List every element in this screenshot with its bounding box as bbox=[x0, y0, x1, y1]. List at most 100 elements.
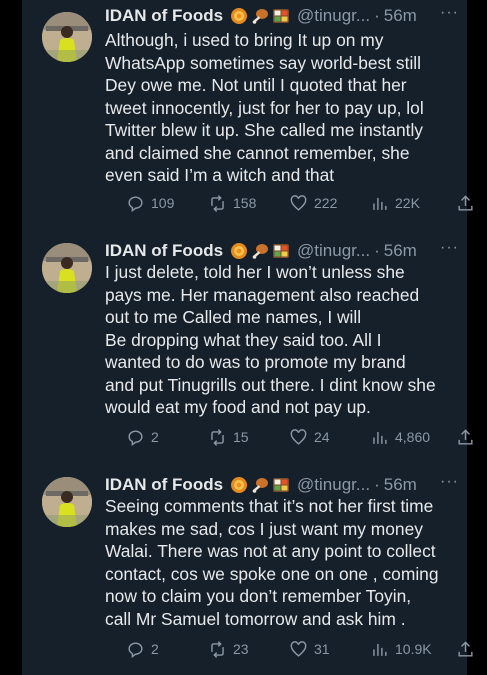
view-count: 22K bbox=[395, 195, 420, 211]
text-line: Although, i used to bring It up on my bbox=[105, 30, 384, 50]
display-name[interactable]: IDAN of Foods bbox=[105, 475, 223, 495]
analytics-icon bbox=[373, 197, 387, 210]
text-line: and put Tinugrills out there. I dint kno… bbox=[105, 374, 436, 395]
text-line: would eat my food and not pay up. bbox=[105, 397, 371, 417]
text-line: makes me sad, cos I just want my money bbox=[105, 518, 423, 539]
timestamp[interactable]: 56m bbox=[384, 475, 417, 495]
reply-icon bbox=[128, 429, 143, 446]
views-button[interactable]: 4,860 bbox=[370, 425, 430, 449]
timestamp[interactable]: 56m bbox=[384, 241, 417, 261]
like-button[interactable]: 31 bbox=[289, 637, 330, 661]
avatar[interactable] bbox=[42, 243, 92, 293]
like-button[interactable]: 222 bbox=[289, 191, 337, 215]
more-options-icon[interactable]: ··· bbox=[440, 239, 459, 257]
text-line: Seeing comments that it’s not her first … bbox=[105, 496, 434, 516]
text-line: out to me Called me names, I will bbox=[105, 307, 362, 327]
repost-count: 23 bbox=[233, 641, 249, 657]
tweet[interactable]: IDAN of Foods @tinugr... · 56m ··· I jus… bbox=[22, 239, 473, 459]
text-line: Walai. There was not at any point to col… bbox=[105, 541, 436, 561]
tweet-actions: 2 23 31 10.9K bbox=[104, 637, 473, 661]
tweet-header: IDAN of Foods @tinugr... · 56m ··· bbox=[105, 239, 459, 263]
text-line: and claimed she cannot remember, she bbox=[105, 142, 410, 163]
reply-count: 109 bbox=[151, 195, 175, 211]
avatar-image bbox=[42, 243, 92, 293]
view-count: 10.9K bbox=[395, 641, 432, 657]
repost-icon bbox=[211, 194, 224, 212]
handle[interactable]: @tinugr... bbox=[297, 241, 370, 261]
tweet-text: I just delete, told her I won’t unless s… bbox=[105, 261, 457, 419]
text-line: Be dropping what they said too. All I bbox=[105, 329, 382, 350]
repost-button[interactable]: 158 bbox=[208, 191, 256, 215]
bento-emoji bbox=[272, 476, 290, 494]
display-name[interactable]: IDAN of Foods bbox=[105, 241, 223, 261]
text-line: WhatsApp sometimes say world-best still bbox=[105, 52, 422, 73]
text-line: tweet innocently, just for her to pay up… bbox=[105, 97, 424, 118]
poultry-leg-emoji bbox=[251, 242, 269, 260]
like-button[interactable]: 24 bbox=[289, 425, 330, 449]
repost-icon bbox=[211, 640, 224, 658]
text-line: I just delete, told her I won’t unless s… bbox=[105, 262, 405, 282]
repost-button[interactable]: 15 bbox=[208, 425, 249, 449]
cooking-emoji bbox=[230, 7, 248, 25]
tweet-text: Although, i used to bring It up on my Wh… bbox=[105, 29, 457, 187]
reply-count: 2 bbox=[151, 429, 159, 445]
more-options-icon[interactable]: ··· bbox=[440, 4, 459, 22]
share-icon bbox=[458, 640, 473, 657]
poultry-leg-emoji bbox=[251, 476, 269, 494]
share-icon bbox=[458, 428, 473, 445]
text-line: Twitter blew it up. She called me instan… bbox=[105, 120, 424, 140]
reply-button[interactable]: 2 bbox=[126, 425, 159, 449]
cooking-emoji bbox=[230, 242, 248, 260]
tweet[interactable]: IDAN of Foods @tinugr... · 56m ··· Altho… bbox=[22, 4, 473, 228]
like-count: 24 bbox=[314, 429, 330, 445]
text-line: Dey owe me. Not until I quoted that her bbox=[105, 75, 407, 95]
text-line: pays me. Her management also reached bbox=[105, 284, 420, 305]
view-count: 4,860 bbox=[395, 429, 431, 445]
text-line: call Mr Samuel tomorrow and ask him . bbox=[105, 608, 406, 629]
text-line: even said I’m a witch and that bbox=[105, 165, 335, 185]
avatar[interactable] bbox=[42, 12, 92, 62]
bento-emoji bbox=[272, 242, 290, 260]
avatar-image bbox=[42, 12, 92, 62]
tweet-actions: 2 15 24 4,860 bbox=[104, 425, 473, 449]
tweet-text: Seeing comments that it’s not her first … bbox=[105, 495, 457, 630]
reply-count: 2 bbox=[151, 641, 159, 657]
handle[interactable]: @tinugr... bbox=[297, 6, 370, 26]
avatar[interactable] bbox=[42, 477, 92, 527]
heart-icon bbox=[290, 428, 307, 445]
views-button[interactable]: 22K bbox=[370, 191, 420, 215]
repost-icon bbox=[211, 428, 224, 446]
repost-button[interactable]: 23 bbox=[208, 637, 249, 661]
like-count: 31 bbox=[314, 641, 330, 657]
views-button[interactable]: 10.9K bbox=[370, 637, 432, 661]
handle[interactable]: @tinugr... bbox=[297, 475, 370, 495]
bento-emoji bbox=[272, 7, 290, 25]
reply-button[interactable]: 109 bbox=[126, 191, 174, 215]
text-line: now to claim you don’t remember Toyin, bbox=[105, 586, 412, 606]
separator: · bbox=[374, 475, 380, 494]
share-button[interactable] bbox=[456, 191, 475, 215]
reply-icon bbox=[128, 641, 143, 658]
repost-count: 158 bbox=[233, 195, 257, 211]
tweet-header: IDAN of Foods @tinugr... · 56m ··· bbox=[105, 4, 459, 28]
timestamp[interactable]: 56m bbox=[384, 6, 417, 26]
heart-icon bbox=[290, 640, 307, 657]
avatar-image bbox=[42, 477, 92, 527]
heart-icon bbox=[290, 194, 307, 211]
like-count: 222 bbox=[314, 195, 338, 211]
tweet-header: IDAN of Foods @tinugr... · 56m ··· bbox=[105, 473, 459, 497]
text-line: contact, cos we spoke one on one , comin… bbox=[105, 563, 439, 584]
repost-count: 15 bbox=[233, 429, 249, 445]
separator: · bbox=[374, 241, 380, 260]
tweet-actions: 109 158 222 22K bbox=[104, 191, 473, 215]
display-name[interactable]: IDAN of Foods bbox=[105, 6, 223, 26]
cooking-emoji bbox=[230, 476, 248, 494]
share-icon bbox=[458, 194, 473, 211]
share-button[interactable] bbox=[456, 425, 475, 449]
tweet[interactable]: IDAN of Foods @tinugr... · 56m ··· Seein… bbox=[22, 473, 473, 675]
analytics-icon bbox=[373, 431, 387, 444]
more-options-icon[interactable]: ··· bbox=[440, 473, 459, 491]
poultry-leg-emoji bbox=[251, 7, 269, 25]
reply-button[interactable]: 2 bbox=[126, 637, 159, 661]
share-button[interactable] bbox=[456, 637, 475, 661]
